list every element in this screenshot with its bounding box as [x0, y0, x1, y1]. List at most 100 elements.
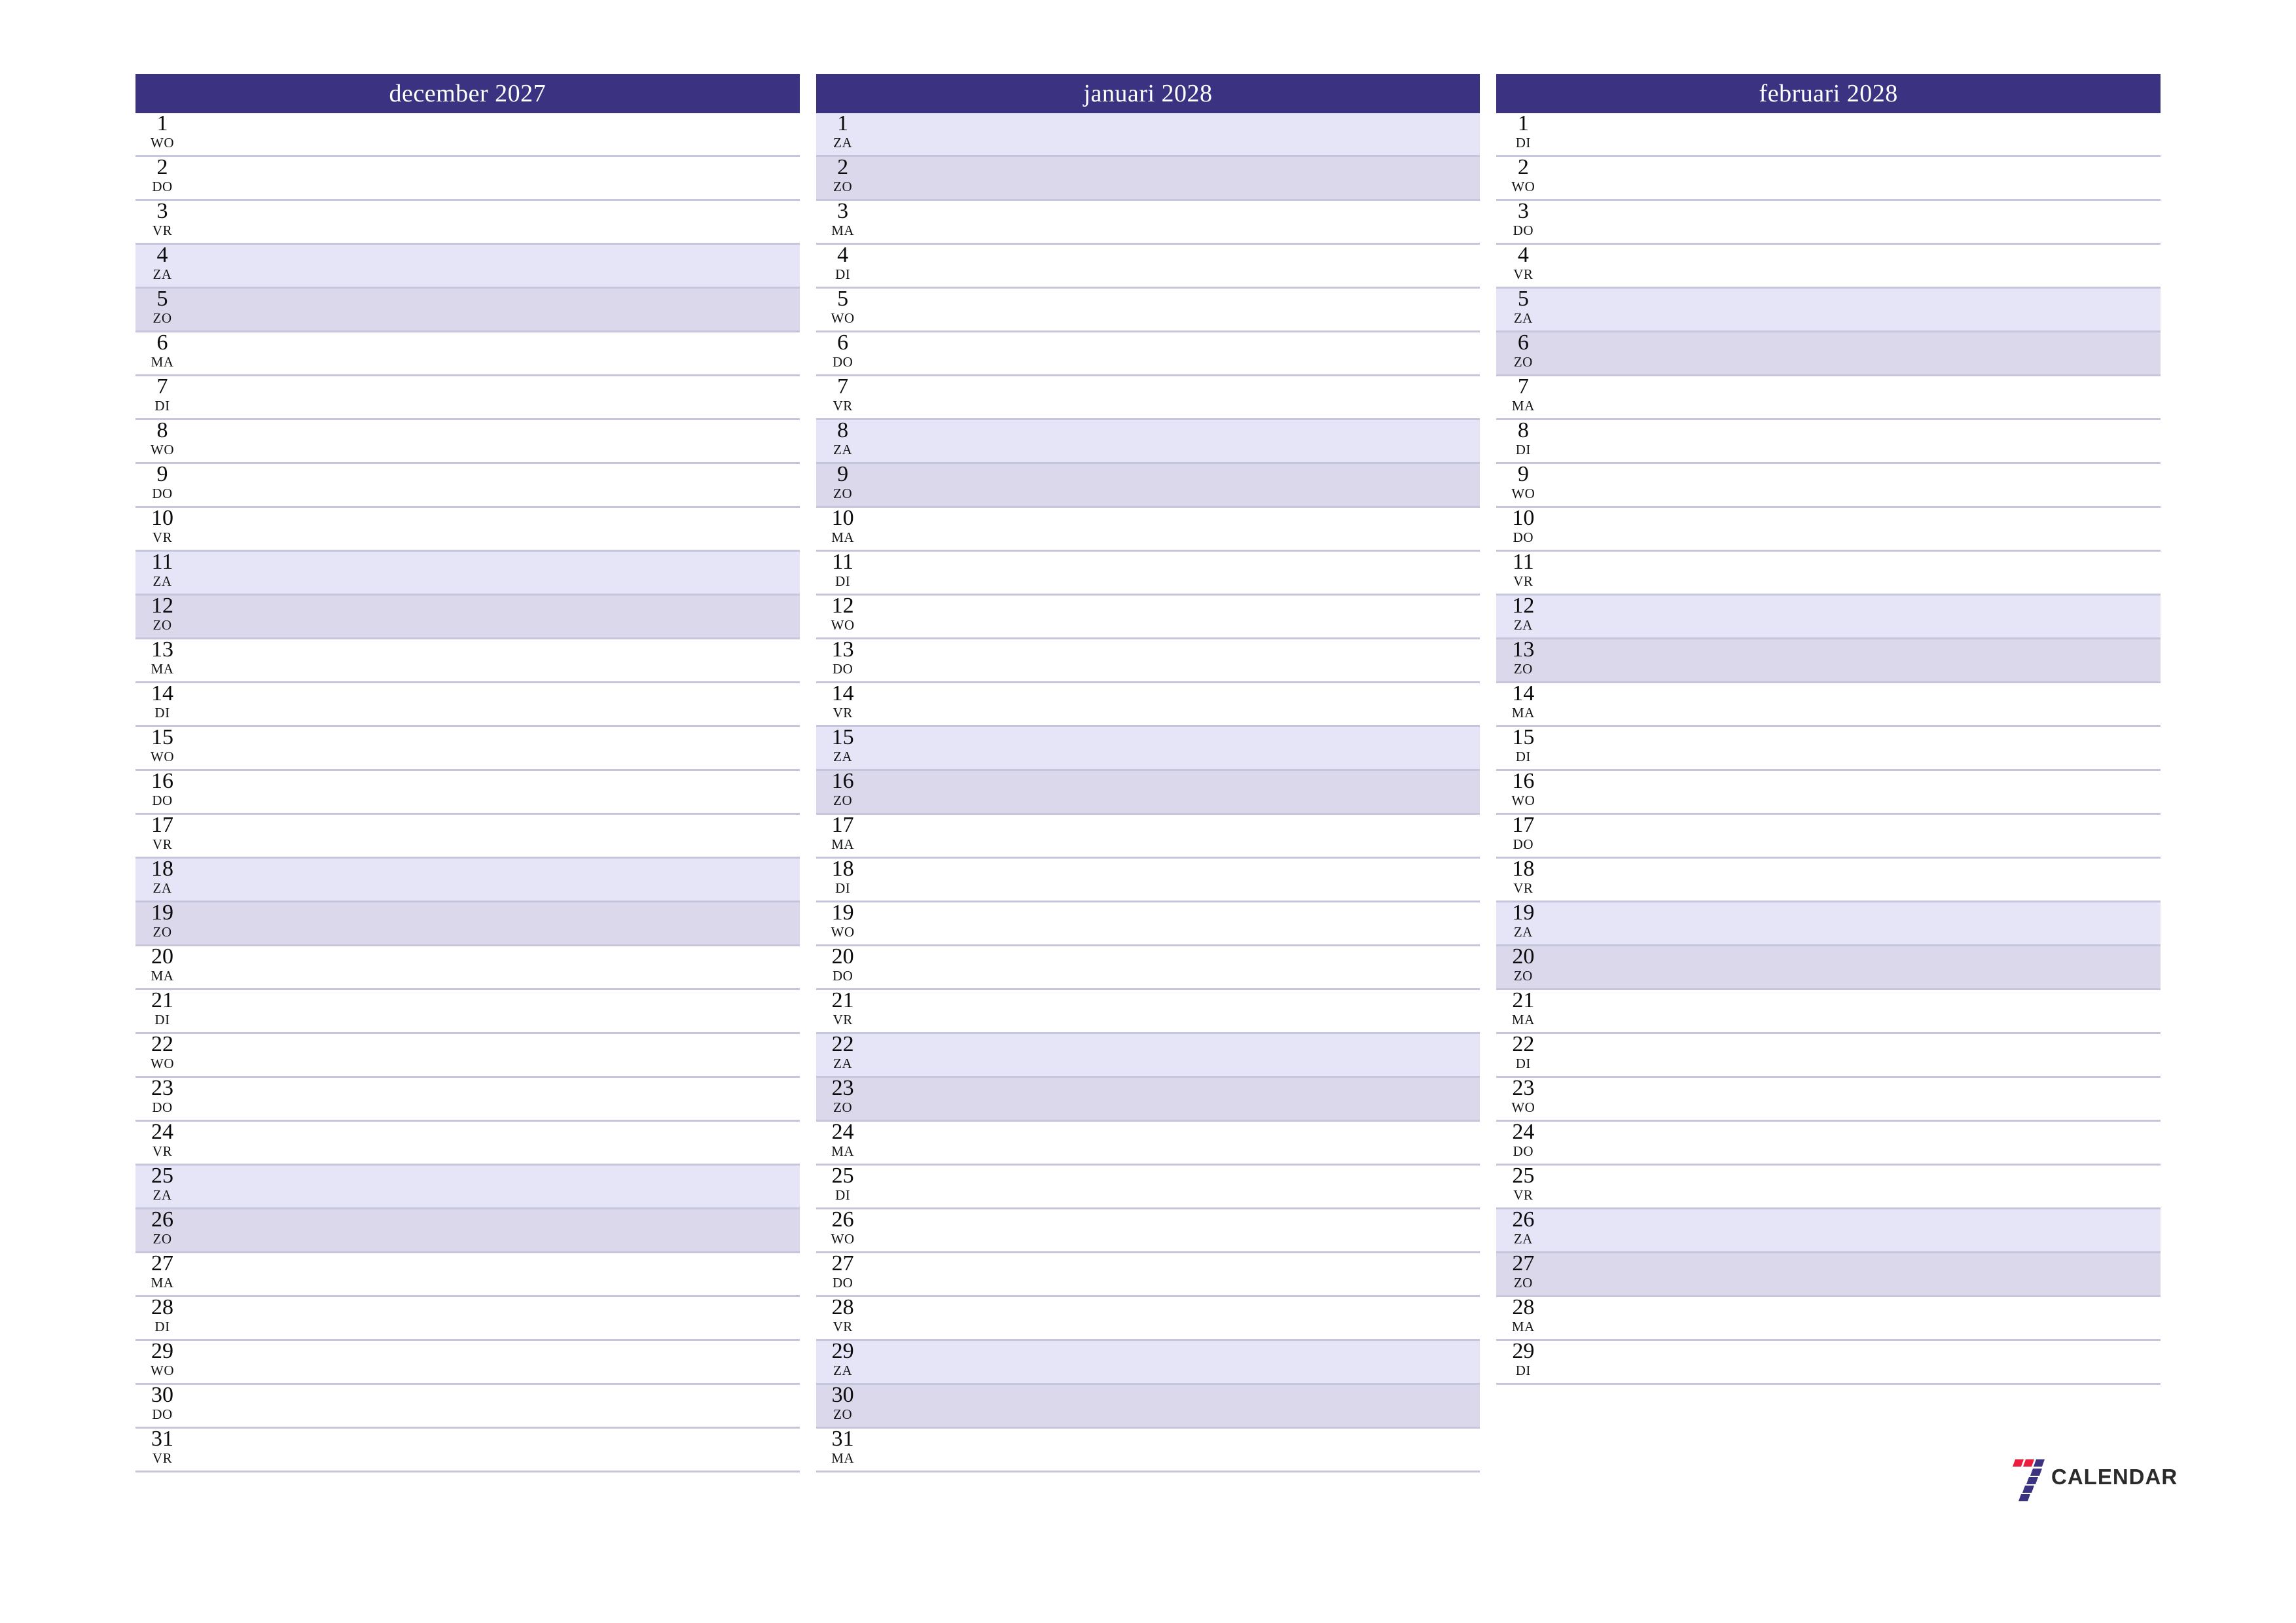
day-note-area[interactable]	[1550, 1209, 2161, 1251]
day-note-area[interactable]	[189, 727, 800, 769]
day-row[interactable]: 14 DI	[135, 682, 800, 727]
day-row[interactable]: 15 DI	[1496, 726, 2161, 771]
day-note-area[interactable]	[1550, 289, 2161, 330]
day-row[interactable]: 28 VR	[816, 1296, 1480, 1341]
day-note-area[interactable]	[870, 727, 1480, 769]
day-note-area[interactable]	[1550, 1078, 2161, 1120]
day-note-area[interactable]	[189, 552, 800, 594]
day-note-area[interactable]	[189, 245, 800, 287]
day-note-area[interactable]	[189, 902, 800, 944]
day-row[interactable]: 7 MA	[1496, 375, 2161, 420]
day-note-area[interactable]	[189, 683, 800, 725]
day-note-area[interactable]	[1550, 113, 2161, 155]
day-row[interactable]: 6 MA	[135, 331, 800, 376]
day-row[interactable]: 31 VR	[135, 1427, 800, 1472]
day-row[interactable]: 4 ZA	[135, 243, 800, 289]
day-note-area[interactable]	[870, 1253, 1480, 1295]
day-note-area[interactable]	[1550, 420, 2161, 462]
day-note-area[interactable]	[1550, 1166, 2161, 1207]
day-row[interactable]: 3 MA	[816, 200, 1480, 245]
day-row[interactable]: 20 ZO	[1496, 945, 2161, 990]
day-note-area[interactable]	[1550, 508, 2161, 550]
day-note-area[interactable]	[870, 683, 1480, 725]
day-row[interactable]: 1 WO	[135, 112, 800, 157]
day-row[interactable]: 24 DO	[1496, 1120, 2161, 1166]
day-row[interactable]: 10 MA	[816, 507, 1480, 552]
day-row[interactable]: 8 ZA	[816, 419, 1480, 464]
day-note-area[interactable]	[870, 113, 1480, 155]
day-note-area[interactable]	[870, 1385, 1480, 1427]
day-row[interactable]: 27 DO	[816, 1252, 1480, 1297]
day-note-area[interactable]	[189, 859, 800, 901]
day-note-area[interactable]	[1550, 1341, 2161, 1383]
day-row[interactable]: 12 ZA	[1496, 594, 2161, 639]
day-note-area[interactable]	[870, 376, 1480, 418]
day-row[interactable]: 13 MA	[135, 638, 800, 683]
day-row[interactable]: 15 WO	[135, 726, 800, 771]
day-note-area[interactable]	[189, 639, 800, 681]
day-row[interactable]: 5 ZA	[1496, 287, 2161, 332]
day-note-area[interactable]	[1550, 201, 2161, 243]
day-note-area[interactable]	[1550, 990, 2161, 1032]
day-row[interactable]: 19 WO	[816, 901, 1480, 946]
day-note-area[interactable]	[189, 376, 800, 418]
day-row[interactable]: 18 DI	[816, 857, 1480, 902]
day-row[interactable]: 6 ZO	[1496, 331, 2161, 376]
day-note-area[interactable]	[189, 1122, 800, 1164]
day-note-area[interactable]	[1550, 1297, 2161, 1339]
day-note-area[interactable]	[189, 332, 800, 374]
day-note-area[interactable]	[1550, 376, 2161, 418]
day-note-area[interactable]	[1550, 245, 2161, 287]
day-row[interactable]: 29 WO	[135, 1340, 800, 1385]
day-note-area[interactable]	[189, 1078, 800, 1120]
day-row[interactable]: 20 DO	[816, 945, 1480, 990]
day-note-area[interactable]	[870, 771, 1480, 813]
day-note-area[interactable]	[1550, 815, 2161, 857]
day-note-area[interactable]	[189, 1385, 800, 1427]
day-row[interactable]: 10 VR	[135, 507, 800, 552]
day-note-area[interactable]	[870, 1341, 1480, 1383]
day-row[interactable]: 7 VR	[816, 375, 1480, 420]
day-note-area[interactable]	[1550, 552, 2161, 594]
day-note-area[interactable]	[189, 596, 800, 637]
day-note-area[interactable]	[1550, 639, 2161, 681]
day-row[interactable]: 16 ZO	[816, 770, 1480, 815]
day-row[interactable]: 8 WO	[135, 419, 800, 464]
day-note-area[interactable]	[1550, 859, 2161, 901]
day-row[interactable]: 9 ZO	[816, 463, 1480, 508]
day-row[interactable]: 1 ZA	[816, 112, 1480, 157]
day-note-area[interactable]	[870, 639, 1480, 681]
day-row[interactable]: 22 DI	[1496, 1033, 2161, 1078]
day-row[interactable]: 3 DO	[1496, 200, 2161, 245]
day-row[interactable]: 5 ZO	[135, 287, 800, 332]
day-row[interactable]: 6 DO	[816, 331, 1480, 376]
day-note-area[interactable]	[189, 815, 800, 857]
day-note-area[interactable]	[1550, 683, 2161, 725]
day-row[interactable]: 25 DI	[816, 1164, 1480, 1209]
day-note-area[interactable]	[1550, 332, 2161, 374]
day-row[interactable]: 21 MA	[1496, 989, 2161, 1034]
day-note-area[interactable]	[870, 420, 1480, 462]
day-row[interactable]: 24 VR	[135, 1120, 800, 1166]
day-note-area[interactable]	[189, 289, 800, 330]
day-row[interactable]: 5 WO	[816, 287, 1480, 332]
day-note-area[interactable]	[189, 1166, 800, 1207]
day-row[interactable]: 1 DI	[1496, 112, 2161, 157]
day-row[interactable]: 18 VR	[1496, 857, 2161, 902]
day-row[interactable]: 17 MA	[816, 813, 1480, 859]
day-note-area[interactable]	[870, 990, 1480, 1032]
day-note-area[interactable]	[870, 815, 1480, 857]
day-row[interactable]: 19 ZA	[1496, 901, 2161, 946]
day-note-area[interactable]	[189, 464, 800, 506]
day-note-area[interactable]	[1550, 157, 2161, 199]
day-note-area[interactable]	[1550, 464, 2161, 506]
day-row[interactable]: 11 VR	[1496, 550, 2161, 596]
day-row[interactable]: 27 ZO	[1496, 1252, 2161, 1297]
day-row[interactable]: 9 DO	[135, 463, 800, 508]
day-row[interactable]: 2 WO	[1496, 156, 2161, 201]
day-note-area[interactable]	[1550, 1122, 2161, 1164]
day-row[interactable]: 28 MA	[1496, 1296, 2161, 1341]
day-row[interactable]: 18 ZA	[135, 857, 800, 902]
day-row[interactable]: 26 ZO	[135, 1208, 800, 1253]
day-row[interactable]: 22 ZA	[816, 1033, 1480, 1078]
